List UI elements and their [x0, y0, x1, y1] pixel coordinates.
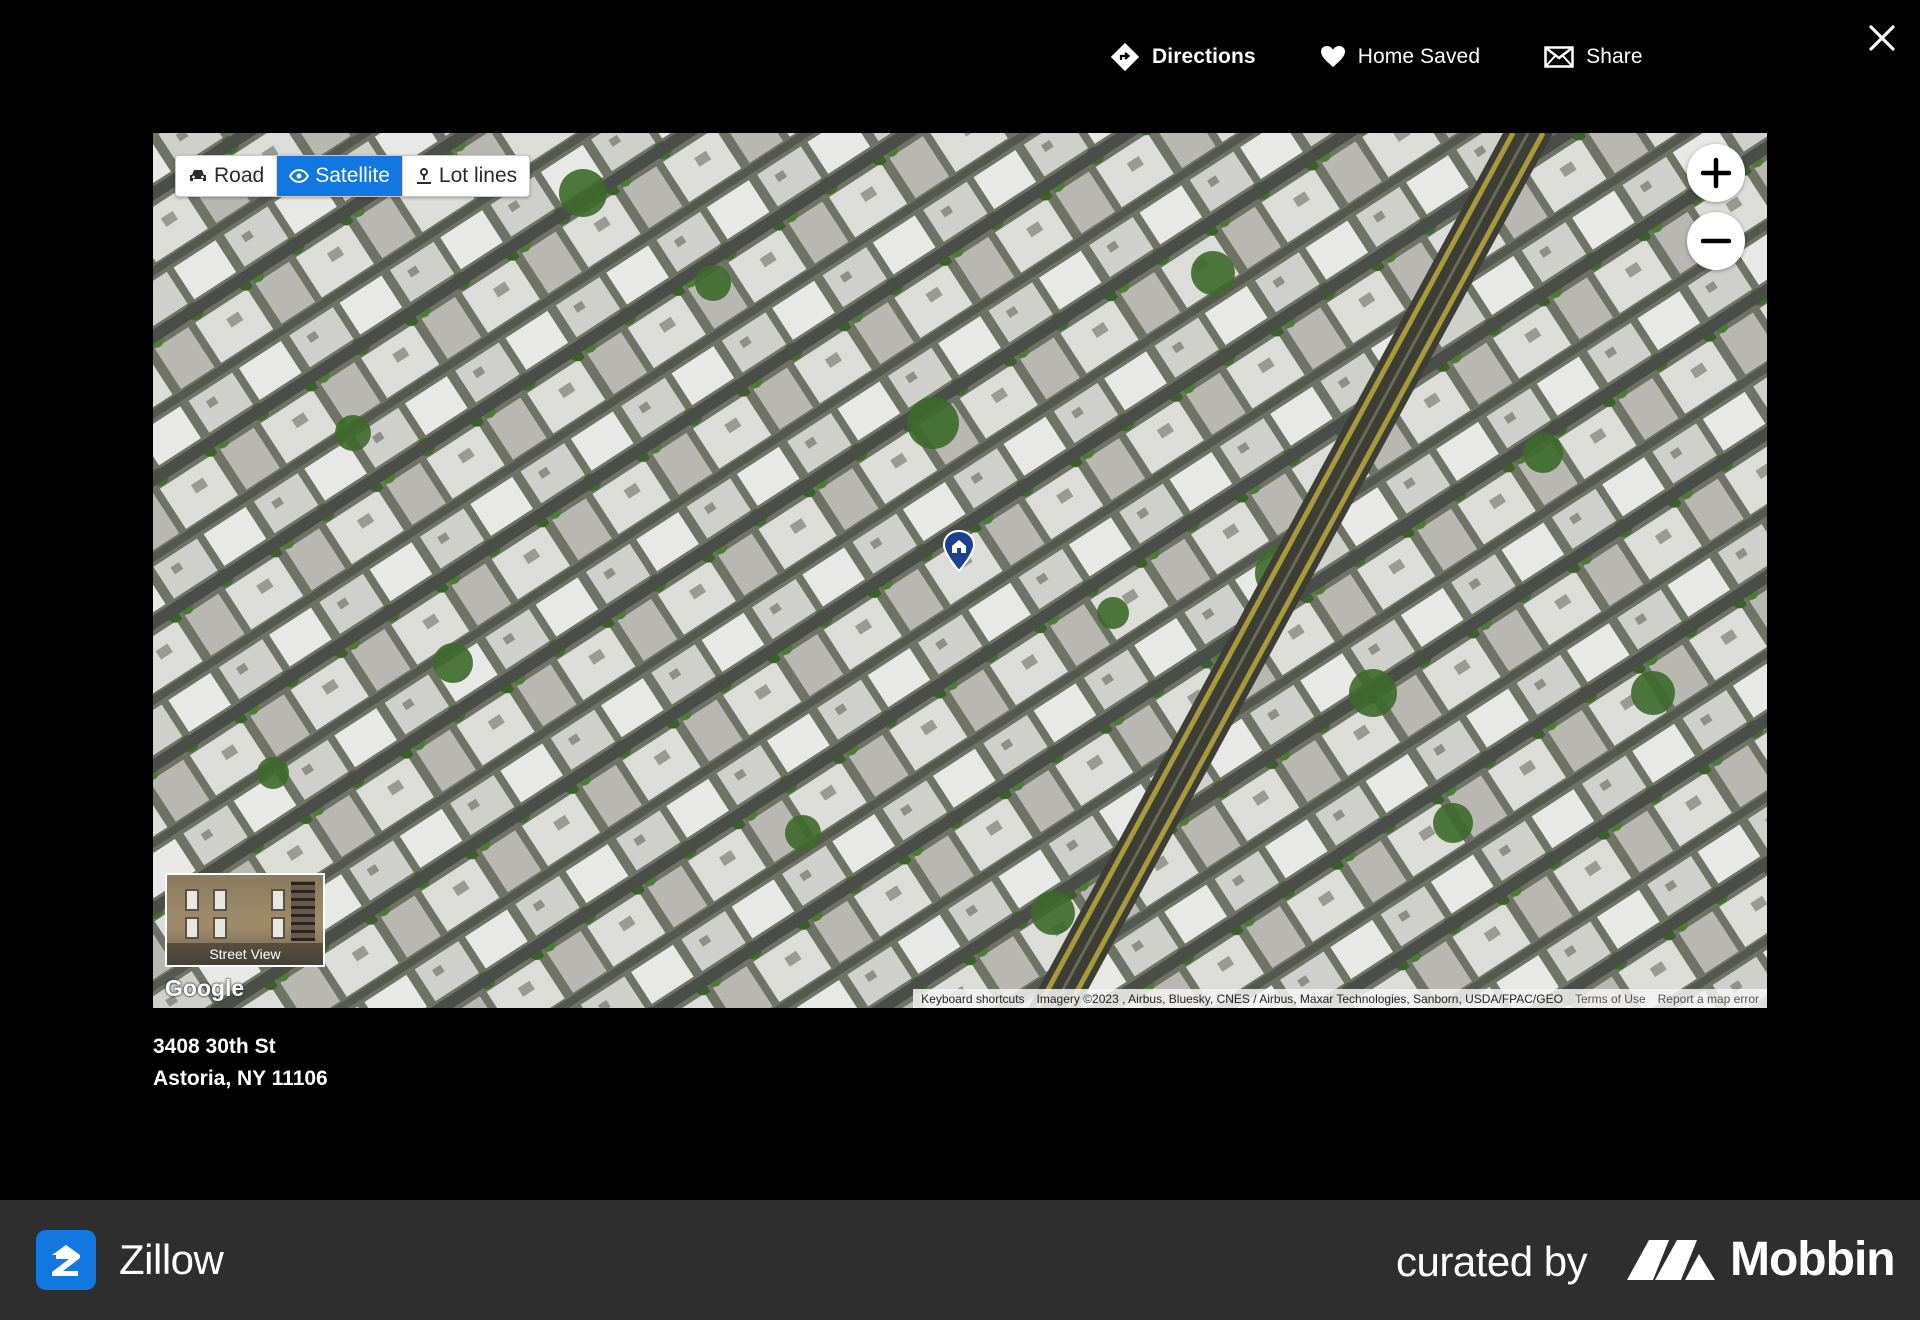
home-saved-label: Home Saved: [1357, 45, 1481, 68]
report-map-error-link[interactable]: Report a map error: [1658, 992, 1759, 1006]
curated-by-label: curated by: [1396, 1238, 1588, 1285]
zillow-logo-icon: [36, 1230, 96, 1290]
map-type-selector: Road Satellite Lot lines: [175, 155, 531, 197]
action-bar: Directions Home Saved Share: [1110, 42, 1707, 72]
map-viewer-modal: Directions Home Saved Share Road Satelli…: [0, 0, 1920, 1200]
zoom-in-button[interactable]: [1687, 144, 1745, 202]
address-city-state-zip: Astoria, NY 11106: [153, 1067, 328, 1090]
road-map-button[interactable]: Road: [176, 156, 278, 196]
google-logo: Google: [165, 975, 245, 1001]
mobbin-logo-icon: [1627, 1240, 1715, 1280]
curation-banner: Zillow curated by Mobbin: [0, 1200, 1920, 1320]
plus-icon: [1700, 157, 1732, 189]
satellite-label: Satellite: [315, 164, 390, 187]
eye-icon: [289, 169, 310, 183]
share-label: Share: [1586, 45, 1643, 68]
street-view-label: Street View: [167, 943, 323, 965]
directions-button[interactable]: Directions: [1110, 42, 1256, 72]
heart-icon: [1320, 46, 1345, 67]
street-view-thumbnail[interactable]: Street View: [165, 873, 325, 967]
car-icon: [190, 170, 206, 181]
satellite-map[interactable]: Road Satellite Lot lines Street View Goo…: [153, 133, 1767, 1008]
lot-lines-icon: [416, 168, 431, 184]
app-name: Zillow: [119, 1236, 224, 1283]
satellite-map-button[interactable]: Satellite: [277, 156, 403, 196]
mail-icon: [1544, 46, 1574, 68]
directions-icon: [1110, 42, 1140, 72]
lot-lines-label: Lot lines: [438, 164, 518, 187]
directions-label: Directions: [1152, 45, 1256, 68]
terms-of-use-link[interactable]: Terms of Use: [1575, 992, 1646, 1006]
road-label: Road: [214, 164, 265, 187]
map-attribution-bar: Keyboard shortcuts Imagery ©2023 , Airbu…: [913, 989, 1767, 1008]
minus-icon: [1700, 238, 1732, 244]
lot-lines-button[interactable]: Lot lines: [402, 156, 530, 196]
keyboard-shortcuts-link[interactable]: Keyboard shortcuts: [921, 992, 1024, 1006]
address-street: 3408 30th St: [153, 1035, 276, 1058]
home-location-pin-icon[interactable]: [942, 530, 976, 572]
zoom-out-button[interactable]: [1687, 212, 1745, 270]
curator-name: Mobbin: [1730, 1233, 1896, 1286]
imagery-credit: Imagery ©2023 , Airbus, Bluesky, CNES / …: [1036, 991, 1563, 1006]
property-address: 3408 30th St Astoria, NY 11106: [153, 1031, 328, 1095]
home-saved-button[interactable]: Home Saved: [1320, 45, 1480, 69]
close-icon[interactable]: [1864, 20, 1900, 56]
share-button[interactable]: Share: [1544, 45, 1643, 69]
